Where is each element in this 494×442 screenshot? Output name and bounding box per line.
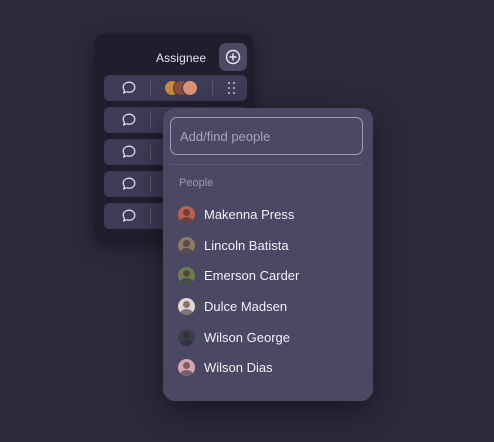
assigned-avatars[interactable]	[164, 80, 200, 96]
people-search-input[interactable]	[170, 117, 363, 155]
person-name: Emerson Carder	[204, 267, 300, 283]
avatar	[178, 266, 195, 284]
person-item[interactable]: Makenna Press	[170, 201, 363, 227]
person-name: Makenna Press	[204, 206, 295, 222]
row-divider	[150, 80, 151, 96]
row-divider	[150, 176, 151, 192]
drag-handle-icon[interactable]	[228, 82, 236, 94]
add-assignee-button[interactable]	[219, 43, 247, 71]
person-name: Wilson George	[204, 329, 290, 345]
person-item[interactable]: Lincoln Batista	[170, 232, 363, 258]
person-name: Wilson Dias	[204, 359, 273, 375]
dropdown-divider	[170, 164, 363, 165]
row-divider	[150, 144, 151, 160]
comment-bubble-icon[interactable]	[121, 176, 137, 192]
person-item[interactable]: Wilson George	[170, 324, 363, 350]
person-item[interactable]: Dulce Madsen	[170, 293, 363, 319]
avatar	[178, 236, 195, 254]
row-divider	[150, 208, 151, 224]
avatar	[178, 328, 195, 346]
assignee-column-title: Assignee	[156, 51, 207, 65]
row-divider	[212, 80, 213, 96]
comment-bubble-icon[interactable]	[121, 208, 137, 224]
assignee-row[interactable]	[104, 75, 247, 101]
comment-bubble-icon[interactable]	[121, 112, 137, 128]
avatar	[178, 297, 195, 315]
avatar	[178, 358, 195, 376]
person-item[interactable]: Emerson Carder	[170, 262, 363, 288]
comment-bubble-icon[interactable]	[121, 80, 137, 96]
comment-bubble-icon[interactable]	[121, 144, 137, 160]
avatar	[178, 205, 195, 223]
row-divider	[150, 112, 151, 128]
person-name: Dulce Madsen	[204, 298, 288, 314]
plus-circle-icon	[225, 49, 241, 65]
avatar	[182, 80, 198, 96]
people-section-label: People	[179, 177, 214, 189]
person-name: Lincoln Batista	[204, 237, 289, 253]
person-item[interactable]: Wilson Dias	[170, 354, 363, 380]
